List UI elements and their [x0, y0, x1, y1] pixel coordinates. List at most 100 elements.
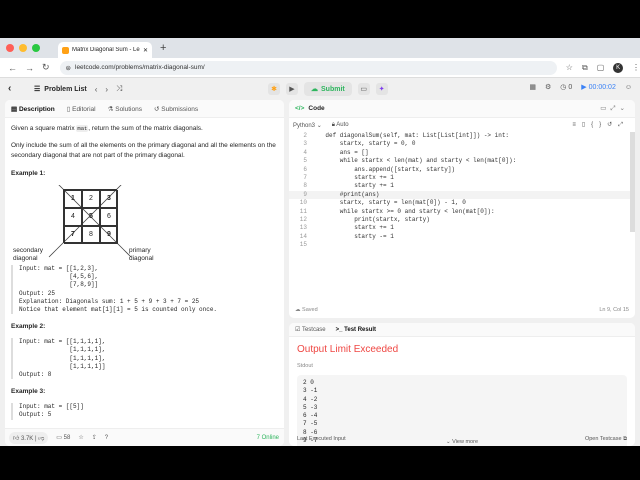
new-tab-button[interactable]: +: [160, 42, 166, 54]
last-executed-input-link[interactable]: Last Executed Input: [297, 436, 346, 442]
line-number: 8: [303, 182, 307, 190]
problem-list-button[interactable]: ☰ Problem List: [34, 85, 87, 94]
code-title: Code: [308, 105, 325, 112]
code-line[interactable]: 14 starty -= 1: [289, 233, 635, 241]
result-status: Output Limit Exceeded: [297, 344, 399, 355]
close-tab-icon[interactable]: ✕: [143, 47, 148, 54]
tab-testcase[interactable]: ☑ Testcase: [295, 326, 326, 333]
code-panel-actions[interactable]: ▭⤢⌄: [600, 104, 629, 113]
code-line[interactable]: 4 ans = []: [289, 149, 635, 157]
submit-label: Submit: [321, 85, 345, 93]
comments-button[interactable]: ▭ 58: [56, 434, 70, 441]
list-icon: ☰: [34, 86, 41, 93]
auto-label: Auto: [336, 121, 349, 128]
language-select[interactable]: Python3 ⌄: [293, 122, 322, 129]
test-result-panel: ☑ Testcase >_ Test Result Output Limit E…: [289, 323, 635, 446]
matrix-cell: 3: [100, 190, 118, 208]
code-line[interactable]: 9 #print(ans): [289, 190, 635, 200]
debug-bug-icon[interactable]: ✱: [268, 83, 280, 95]
code-line[interactable]: 8 starty += 1: [289, 182, 635, 190]
streak-counter[interactable]: ◷ 0: [560, 83, 572, 91]
leetcode-logo-icon[interactable]: ‹: [8, 84, 18, 94]
problem-list-label: Problem List: [44, 85, 87, 93]
submit-button[interactable]: ☁ Submit: [304, 82, 352, 96]
tab-test-result[interactable]: >_ Test Result: [336, 327, 376, 333]
tab-editorial[interactable]: ▯ Editorial: [67, 105, 96, 113]
tab-submissions[interactable]: ↺ Submissions: [154, 105, 198, 113]
maximize-window-button[interactable]: [32, 44, 40, 52]
url-field[interactable]: ⊜ leetcode.com/problems/matrix-diagonal-…: [59, 60, 557, 75]
open-testcase-button[interactable]: Open Testcase ⧉: [585, 436, 627, 443]
browser-tab[interactable]: Matrix Diagonal Sum - LeetC… ✕: [58, 42, 152, 58]
code-line[interactable]: 3 startx, starty = 0, 0: [289, 140, 635, 148]
shuffle-icon[interactable]: ⤨: [116, 84, 122, 94]
extensions-icon[interactable]: ⧉: [582, 63, 588, 73]
editor-scrollbar[interactable]: [630, 132, 635, 232]
line-code: startx, starty = len(mat[0]) - 1, 0: [311, 199, 466, 207]
notes-icon[interactable]: ▭: [357, 83, 370, 95]
address-bar-row: ← → ↻ ⊜ leetcode.com/problems/matrix-dia…: [0, 58, 640, 78]
thumbs-up-icon: 👍︎: [13, 435, 20, 442]
profile-avatar[interactable]: K: [613, 62, 623, 73]
bookmark-star-icon[interactable]: ☆: [566, 63, 573, 72]
timer[interactable]: ▶ 00:00:02: [581, 83, 616, 91]
code-footer: ☁ Saved Ln 9, Col 15: [289, 302, 635, 318]
help-icon[interactable]: ?: [105, 435, 108, 441]
code-line[interactable]: 12 print(startx, starty): [289, 216, 635, 224]
layout-icon[interactable]: ▦: [529, 83, 536, 91]
browser-menu-icon[interactable]: ⋮: [632, 63, 640, 72]
matrix-grid: 1 2 3 4 5 6 7 8 9: [63, 189, 118, 244]
code-editor[interactable]: 2 def diagonalSum(self, mat: List[List[i…: [289, 132, 635, 249]
external-link-icon: ⧉: [623, 435, 627, 442]
tab-solutions[interactable]: ⚗ Solutions: [108, 105, 142, 113]
tab-solutions-label: Solutions: [115, 105, 142, 113]
line-code: starty -= 1: [311, 232, 394, 240]
description-footer: 👍︎ 3.7K | 👎︎ ▭ 58 ☆ ⇪ ? 7 Online: [5, 428, 284, 446]
code-line[interactable]: 15: [289, 241, 635, 249]
problem-description: Given a square matrix mat, return the su…: [5, 118, 284, 432]
settings-gear-icon[interactable]: ⚙: [545, 83, 551, 91]
next-problem-icon[interactable]: ›: [105, 85, 108, 94]
line-code: startx += 1: [311, 224, 394, 232]
code-line[interactable]: 11 while startx >= 0 and starty < len(ma…: [289, 208, 635, 216]
matrix-cell: 5: [82, 208, 100, 226]
stdout-label: Stdout: [297, 363, 313, 369]
line-number: 10: [299, 199, 307, 207]
sidebar-icon[interactable]: ▢: [597, 63, 605, 72]
favorite-star-icon[interactable]: ☆: [78, 434, 83, 441]
minimize-window-button[interactable]: [19, 44, 27, 52]
online-count: 7 Online: [256, 434, 279, 441]
matrix-cell: 8: [82, 226, 100, 244]
close-window-button[interactable]: [6, 44, 14, 52]
code-panel: </> Code ▭⤢⌄ Python3 ⌄ 🔒︎ Auto ≡▯{}↺⤢ 2 …: [289, 100, 635, 318]
code-line[interactable]: 7 startx += 1: [289, 174, 635, 182]
code-line[interactable]: 2 def diagonalSum(self, mat: List[List[i…: [289, 132, 635, 140]
code-line[interactable]: 10 startx, starty = len(mat[0]) - 1, 0: [289, 199, 635, 207]
code-line[interactable]: 5 while startx < len(mat) and starty < l…: [289, 157, 635, 165]
thumbs-down-icon: 👎︎: [38, 435, 45, 442]
result-footer: Last Executed Input Open Testcase ⧉: [289, 432, 635, 446]
prev-problem-icon[interactable]: ‹: [95, 85, 98, 94]
line-number: 13: [299, 224, 307, 232]
reload-icon[interactable]: ↻: [42, 62, 50, 73]
back-icon[interactable]: ←: [8, 63, 17, 73]
code-line[interactable]: 6 ans.append([startx, starty]): [289, 166, 635, 174]
editor-tool-icons[interactable]: ≡▯{}↺⤢: [572, 121, 629, 129]
like-button[interactable]: 👍︎ 3.7K | 👎︎: [9, 431, 49, 444]
matrix-diagram: 1 2 3 4 5 6 7 8 9 secondary diagonal pri…: [11, 185, 278, 265]
line-code: def diagonalSum(self, mat: List[List[int…: [311, 132, 510, 139]
code-line[interactable]: 13 startx += 1: [289, 224, 635, 232]
user-avatar-icon[interactable]: ☺: [625, 84, 632, 91]
matrix-cell: 9: [100, 226, 118, 244]
problem-paragraph-1: Given a square matrix mat, return the su…: [11, 124, 278, 134]
forward-icon[interactable]: →: [25, 63, 34, 73]
share-icon[interactable]: ⇪: [92, 434, 97, 441]
auto-mode-toggle[interactable]: 🔒︎ Auto: [332, 122, 349, 129]
ai-sparkle-icon[interactable]: ✦: [375, 83, 388, 95]
example-2-input: Input: mat = [[1,1,1,1], [1,1,1,1], [1,1…: [19, 338, 106, 370]
run-button[interactable]: ▶: [286, 83, 298, 95]
site-info-icon[interactable]: ⊜: [66, 64, 71, 72]
comment-icon: ▭: [56, 435, 62, 441]
line-number: 2: [303, 132, 307, 139]
tab-description[interactable]: ▤ Description: [11, 105, 55, 113]
